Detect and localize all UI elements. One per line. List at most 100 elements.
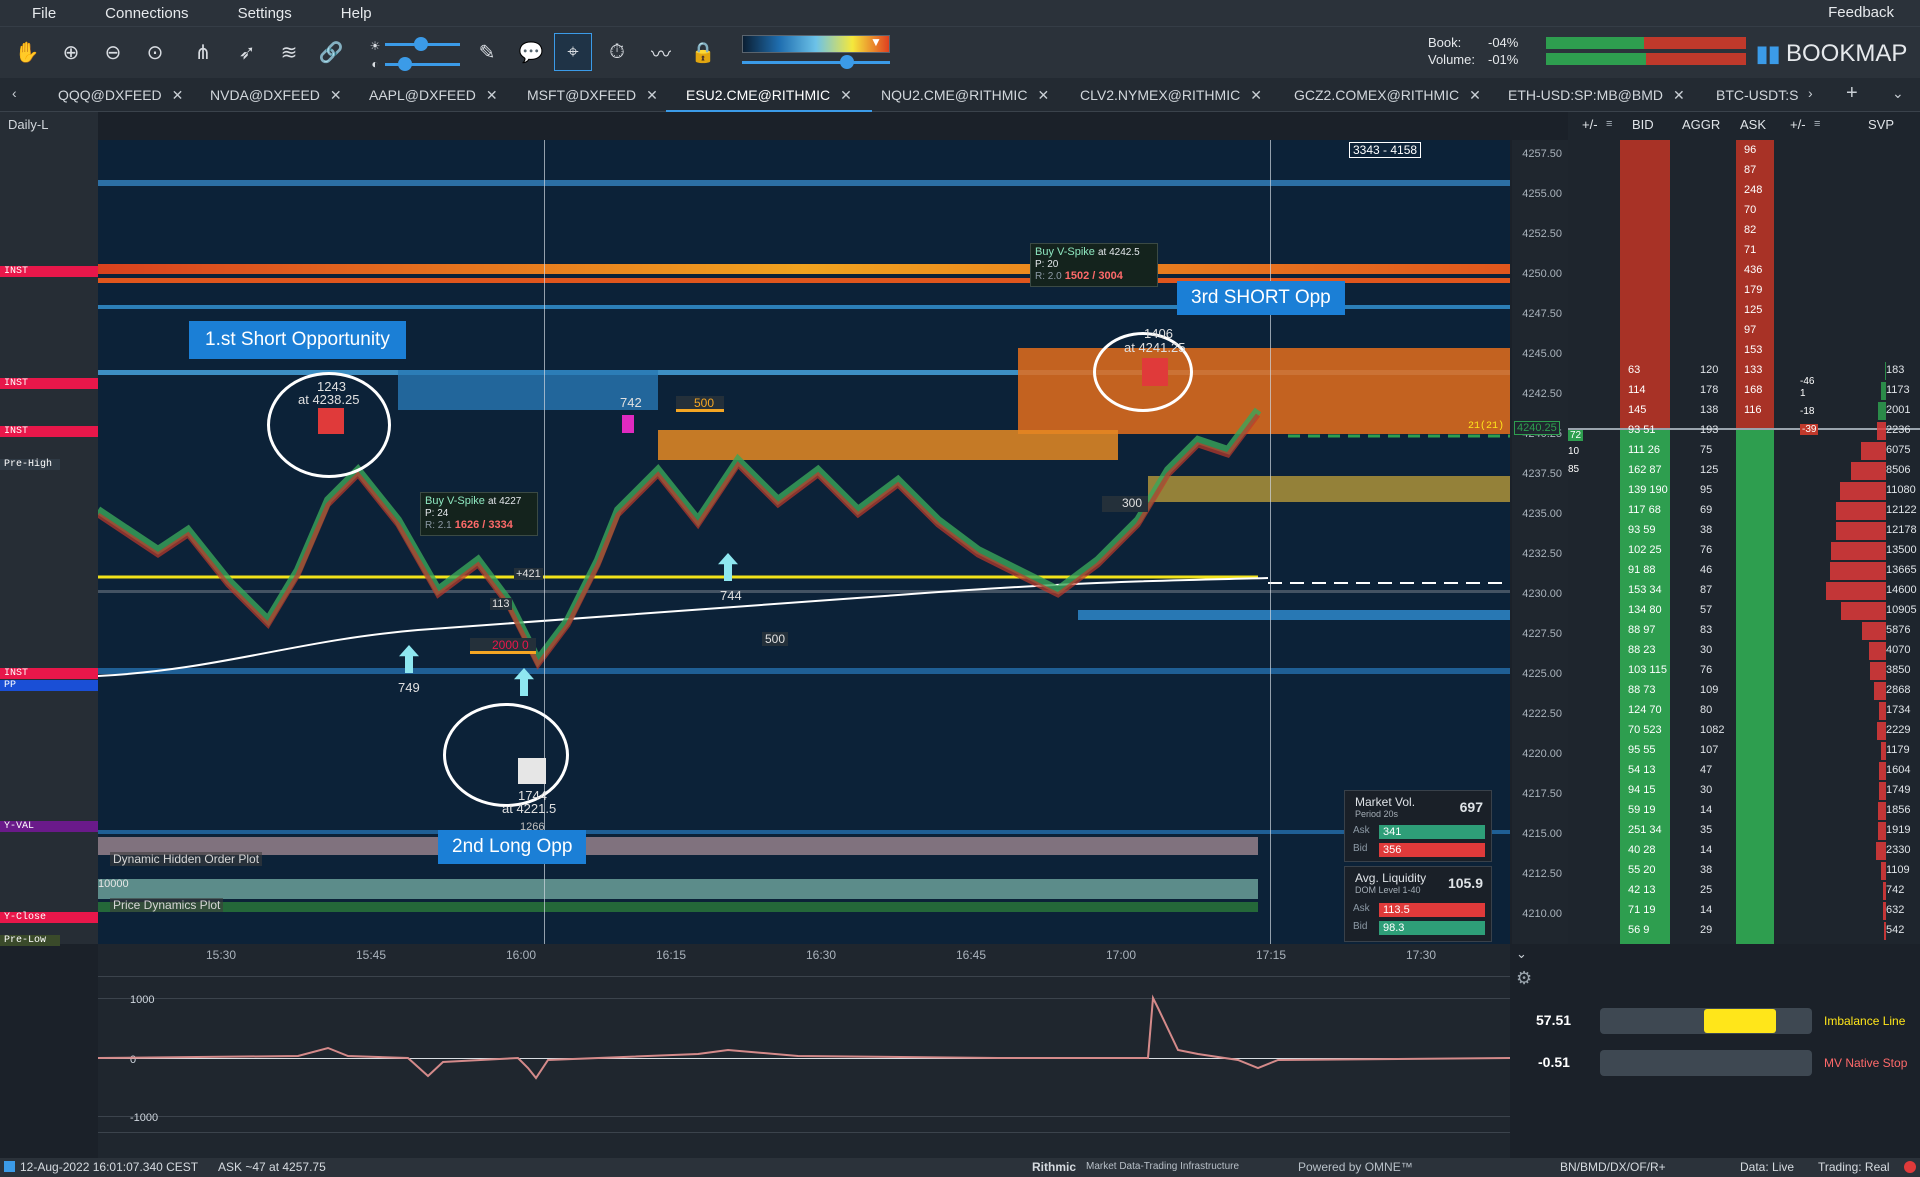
- settings-gear-icon[interactable]: ⚙: [1516, 968, 1532, 989]
- color-scale-slider[interactable]: [742, 61, 890, 64]
- svp-header[interactable]: SVP: [1868, 112, 1894, 138]
- dom-cell: 134 80: [1628, 604, 1662, 616]
- feed-status[interactable]: BN/BMD/DX/OF/R+: [1560, 1160, 1666, 1174]
- menu-settings[interactable]: Settings: [206, 5, 309, 22]
- price-axis[interactable]: 4257.50 4255.00 4252.50 4250.00 4247.50 4245.…: [1512, 140, 1568, 944]
- timer-icon[interactable]: ⏱: [604, 39, 630, 65]
- tab-btc[interactable]: BTC-USDT:S: [1716, 78, 1798, 112]
- time-axis[interactable]: 15:30 15:45 16:00 16:15 16:30 16:45 17:00 17:15…: [98, 944, 1510, 968]
- tabs-scroll-left-icon[interactable]: ‹: [12, 85, 17, 101]
- rocket-icon[interactable]: ➶: [234, 39, 260, 65]
- lock-icon[interactable]: 🔒: [690, 39, 716, 65]
- imbalance-slider-fill[interactable]: [1704, 1009, 1776, 1033]
- last-price-tag: 4240.25: [1514, 421, 1560, 435]
- menu-connections[interactable]: Connections: [73, 5, 205, 22]
- share-icon[interactable]: ⋔: [190, 39, 216, 65]
- brightness-handle[interactable]: [414, 37, 428, 51]
- dom-cell: 2330: [1886, 844, 1911, 856]
- range-box: 3343 - 4158: [1349, 142, 1422, 158]
- tab-clv2[interactable]: CLV2.NYMEX@RITHMIC ✕: [1080, 78, 1262, 112]
- close-icon[interactable]: ✕: [172, 87, 184, 103]
- close-icon[interactable]: ✕: [486, 87, 498, 103]
- tab-esu2[interactable]: ESU2.CME@RITHMIC ✕: [666, 78, 872, 112]
- contrast-slider[interactable]: [385, 63, 460, 66]
- time-tick-label: 15:30: [206, 948, 237, 962]
- mv-label: MV Native Stop: [1824, 1056, 1908, 1070]
- close-icon[interactable]: ✕: [646, 87, 658, 103]
- timeframe-label[interactable]: Daily-L: [8, 117, 48, 132]
- collapse-chevron-icon[interactable]: ⌄: [1516, 946, 1527, 962]
- comment-icon[interactable]: 💬: [518, 39, 544, 65]
- link-icon[interactable]: 🔗: [318, 39, 344, 65]
- oscillator-pane[interactable]: 1000 0 -1000: [98, 968, 1510, 1158]
- filter-icon[interactable]: ≡: [1606, 118, 1612, 130]
- controls-panel: ⚙ 57.51 Imbalance Line -0.51 MV Native S…: [1512, 968, 1920, 1158]
- svp-bar: [1876, 842, 1886, 860]
- price-dynamics-plot-label: Price Dynamics Plot: [110, 898, 224, 912]
- second-long-callout: 2nd Long Opp: [438, 830, 587, 864]
- tab-msft[interactable]: MSFT@DXFEED ✕: [527, 78, 658, 112]
- tab-eth[interactable]: ETH-USD:SP:MB@BMD ✕: [1508, 78, 1685, 112]
- heatmap-svg: [98, 140, 1510, 944]
- crosshair-icon[interactable]: ⌖: [554, 33, 592, 71]
- svp-bar: [1885, 362, 1886, 380]
- zoom-fit-icon[interactable]: ⊙: [142, 39, 168, 65]
- tab-qqq[interactable]: QQQ@DXFEED ✕: [58, 78, 183, 112]
- tab-nqu2[interactable]: NQU2.CME@RITHMIC ✕: [881, 78, 1049, 112]
- level-label: Y-VAL: [0, 821, 98, 832]
- tab-nvda[interactable]: NVDA@DXFEED ✕: [210, 78, 342, 112]
- price-tick-label: 4220.00: [1522, 748, 1562, 760]
- price-tick-label: 4232.50: [1522, 548, 1562, 560]
- tab-gcz2[interactable]: GCZ2.COMEX@RITHMIC ✕: [1294, 78, 1481, 112]
- tabs-menu-icon[interactable]: ⌄: [1892, 85, 1904, 102]
- close-icon[interactable]: ✕: [1037, 87, 1049, 103]
- svp-bar: [1869, 642, 1886, 660]
- bid-header[interactable]: BID: [1632, 112, 1654, 138]
- close-icon[interactable]: ✕: [330, 87, 342, 103]
- close-icon[interactable]: ✕: [840, 87, 852, 103]
- ask-header[interactable]: ASK: [1740, 112, 1766, 138]
- tabs-scroll-right-icon[interactable]: ›: [1808, 85, 1813, 101]
- feedback-link[interactable]: Feedback: [1828, 4, 1894, 21]
- add-tab-icon[interactable]: +: [1846, 82, 1858, 105]
- color-scale-select[interactable]: [742, 35, 890, 53]
- trading-status[interactable]: Trading: Real: [1818, 1160, 1890, 1174]
- bid-delta-header[interactable]: +/-: [1582, 112, 1598, 138]
- mv-slider[interactable]: [1600, 1050, 1812, 1076]
- vspike-price: at 4227: [487, 496, 522, 507]
- dom-cell: 124 70: [1628, 704, 1662, 716]
- menu-file[interactable]: File: [0, 5, 73, 22]
- layers-icon[interactable]: ≋: [276, 39, 302, 65]
- vspike-title: Buy V-Spike: [1035, 246, 1095, 258]
- data-status[interactable]: Data: Live: [1740, 1160, 1794, 1174]
- ask-delta-header[interactable]: +/-: [1790, 112, 1806, 138]
- hand-icon[interactable]: ✋: [14, 39, 40, 65]
- svp-bar: [1878, 822, 1886, 840]
- dom-cell: 2001: [1886, 404, 1911, 416]
- contrast-handle[interactable]: [398, 57, 412, 71]
- status-timestamp: 12-Aug-2022 16:01:07.340 CEST: [20, 1160, 199, 1174]
- dom-cell: 742: [1886, 884, 1905, 896]
- close-icon[interactable]: ✕: [1469, 87, 1481, 103]
- price-tick-label: 4222.50: [1522, 708, 1562, 720]
- menu-help[interactable]: Help: [309, 5, 389, 22]
- avg-liquidity-panel: Avg. Liquidity DOM Level 1-40 105.9 Ask …: [1344, 866, 1492, 942]
- filter-icon[interactable]: ≡: [1814, 118, 1820, 130]
- hidden-order-plot: [98, 837, 1258, 855]
- dom-cell: 251 34: [1628, 824, 1662, 836]
- zoom-in-icon[interactable]: ⊕: [58, 39, 84, 65]
- heatmap-chart[interactable]: [98, 140, 1510, 944]
- bid-column-green: [1736, 430, 1774, 944]
- aggr-header[interactable]: AGGR: [1682, 112, 1720, 138]
- color-scale-handle[interactable]: [840, 55, 854, 69]
- zoom-out-icon[interactable]: ⊖: [100, 39, 126, 65]
- pencil-icon[interactable]: ✎: [474, 39, 500, 65]
- close-icon[interactable]: ✕: [1673, 87, 1685, 103]
- chevron-down-icon[interactable]: ▼: [870, 35, 882, 49]
- tab-aapl[interactable]: AAPL@DXFEED ✕: [369, 78, 498, 112]
- level-label: PP: [0, 680, 98, 691]
- indicator-icon[interactable]: 〰: [648, 39, 674, 66]
- close-icon[interactable]: ✕: [1250, 87, 1262, 103]
- oscillator-svg: [98, 994, 1510, 1080]
- level-label: Pre-High: [0, 459, 60, 470]
